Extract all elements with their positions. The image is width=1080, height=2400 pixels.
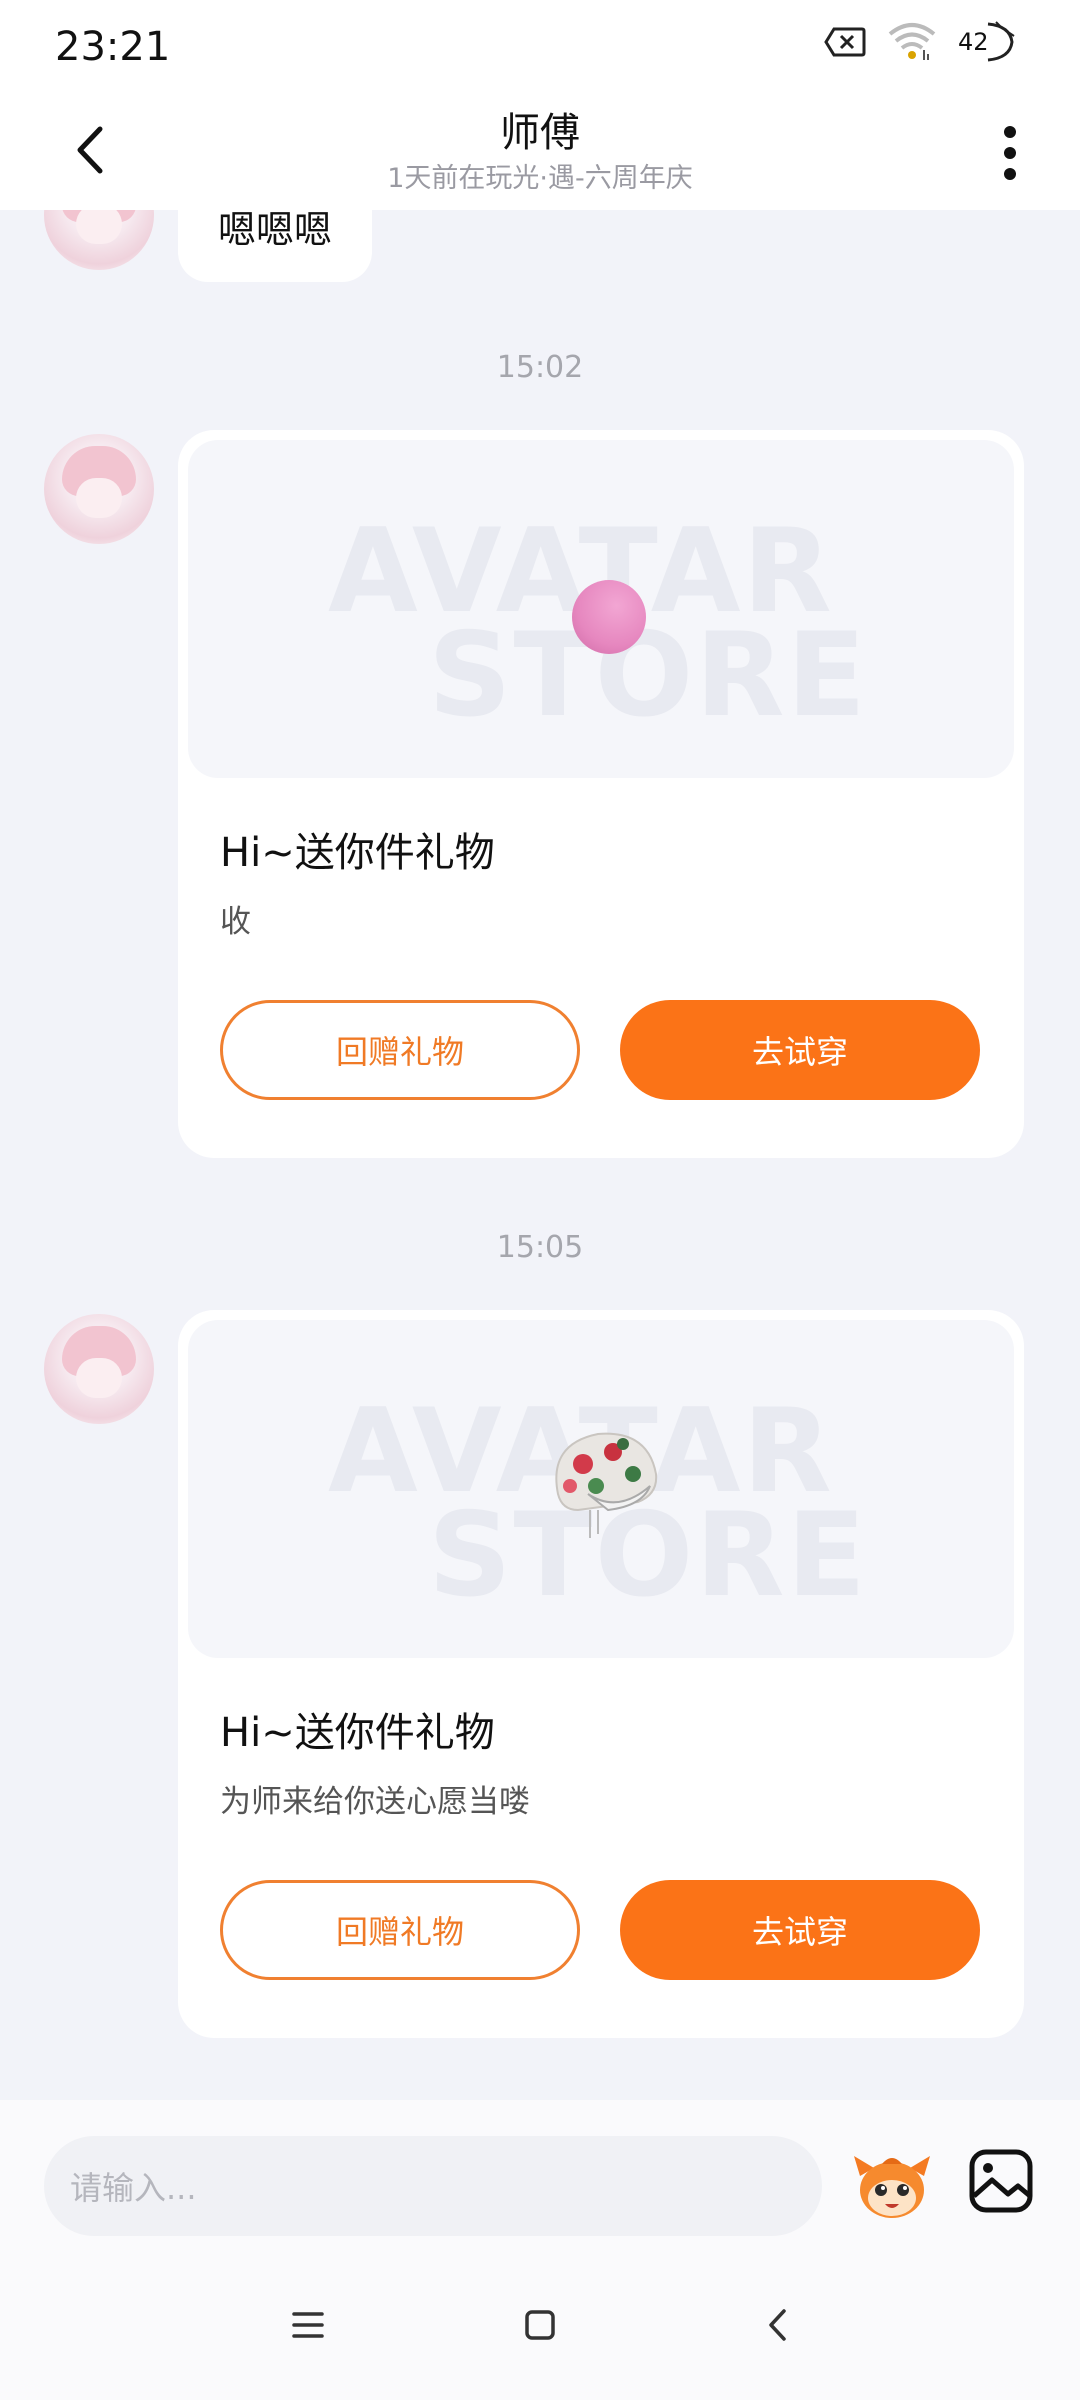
gift-item-pink-ball: [572, 580, 646, 654]
timestamp: 15:02: [496, 350, 584, 385]
more-options-button[interactable]: [985, 118, 1035, 188]
chat-header: 师傅 1天前在玩光·遇-六周年庆: [0, 100, 1080, 210]
square-icon: [525, 2310, 555, 2340]
gift-item-floral-hat: [555, 1432, 658, 1538]
gift-card[interactable]: AVATAR STORE Hi~送你件礼物 为师来给你送心愿当喽 回赠礼物 去试…: [178, 1310, 1024, 2038]
battery-icon: 42: [958, 21, 1022, 62]
chevron-left-icon: [769, 2309, 786, 2341]
gift-image[interactable]: AVATAR STORE: [188, 440, 1014, 778]
return-gift-button[interactable]: 回赠礼物: [220, 1880, 580, 1980]
message-input[interactable]: 请输入...: [44, 2136, 822, 2236]
battery-level: 42: [958, 28, 989, 56]
gift-card[interactable]: AVATAR STORE Hi~送你件礼物 收 回赠礼物 去试穿: [178, 430, 1024, 1158]
home-button[interactable]: [515, 2300, 565, 2350]
avatar[interactable]: [44, 434, 154, 544]
gift-image[interactable]: AVATAR STORE: [188, 1320, 1014, 1658]
gift-message: 为师来给你送心愿当喽: [220, 1784, 530, 1820]
sim-x-icon: [824, 27, 866, 57]
try-on-button[interactable]: 去试穿: [620, 1000, 980, 1100]
chat-messages[interactable]: 嗯嗯嗯 15:02 AVATAR STORE Hi~送你件礼物 收 回赠礼物 去…: [0, 210, 1080, 2100]
recent-apps-button[interactable]: [283, 2300, 333, 2350]
input-bar: 请输入...: [0, 2100, 1080, 2240]
return-gift-button[interactable]: 回赠礼物: [220, 1000, 580, 1100]
system-nav-bar: [0, 2240, 1080, 2400]
more-vertical-icon: [1004, 126, 1016, 180]
status-time: 23:21: [55, 24, 171, 70]
timestamp: 15:05: [496, 1230, 584, 1265]
message-bubble[interactable]: 嗯嗯嗯: [178, 210, 373, 282]
status-icons: 42: [824, 21, 1022, 62]
gift-title: Hi~送你件礼物: [220, 830, 495, 876]
wifi-icon: [888, 23, 936, 60]
contact-name: 师傅: [500, 110, 580, 156]
system-back-button[interactable]: [752, 2300, 802, 2350]
avatar[interactable]: [44, 1314, 154, 1424]
gift-title: Hi~送你件礼物: [220, 1710, 495, 1756]
status-bar: 23:21 42: [0, 0, 1080, 100]
sticker-mascot-icon[interactable]: [852, 2146, 932, 2226]
menu-icon: [292, 2312, 324, 2338]
avatar[interactable]: [44, 210, 154, 270]
message-text: 嗯嗯嗯: [218, 210, 333, 252]
image-gallery-icon[interactable]: [968, 2148, 1034, 2214]
gift-message: 收: [220, 904, 251, 940]
contact-status: 1天前在玩光·遇-六周年庆: [387, 163, 693, 194]
try-on-button[interactable]: 去试穿: [620, 1880, 980, 1980]
